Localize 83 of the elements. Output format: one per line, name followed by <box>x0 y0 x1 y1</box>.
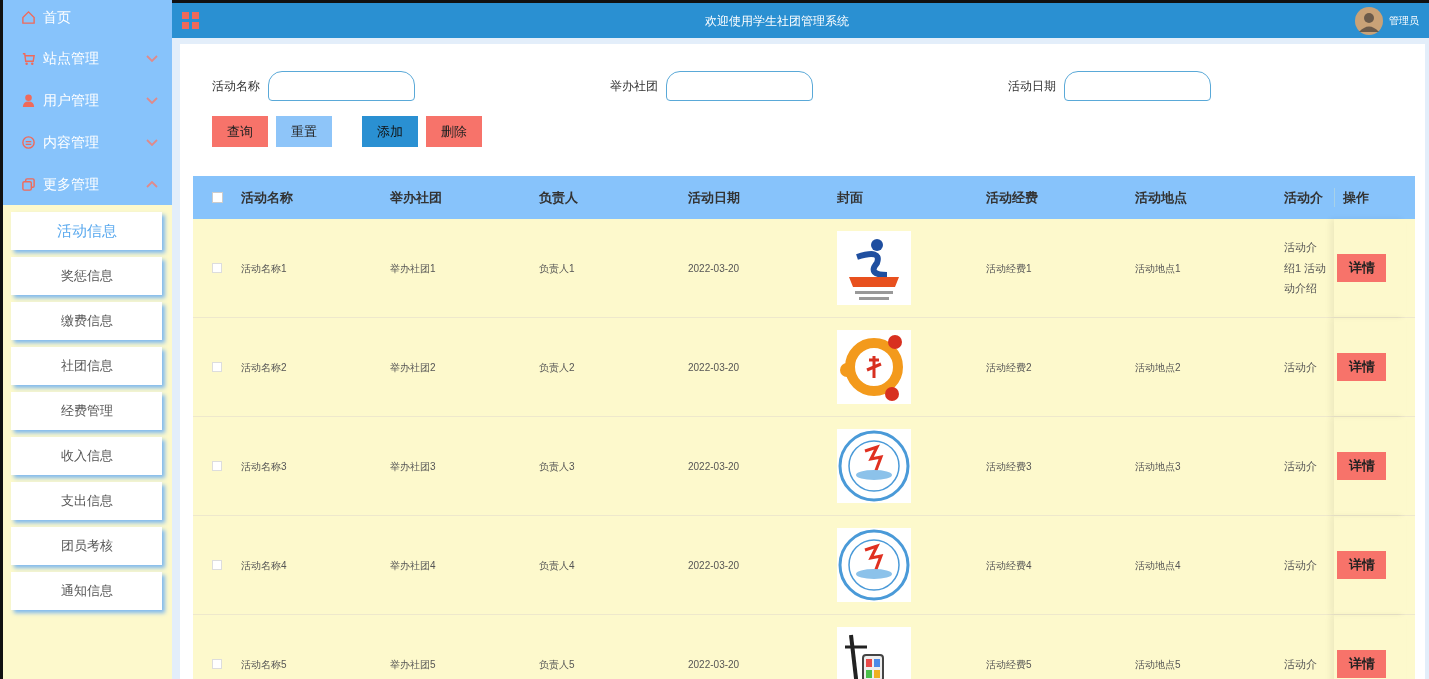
detail-button[interactable]: 详情 <box>1337 353 1386 381</box>
field-label: 活动名称 <box>212 78 260 95</box>
table-cell-text: 活动地点2 <box>1135 360 1182 375</box>
table-cell-text: 活动经费1 <box>986 261 1033 276</box>
table-cell-text: 绍1 活动 <box>1284 260 1328 276</box>
table-cell-text: 举办社团3 <box>390 459 437 474</box>
submenu-item[interactable]: 缴费信息 <box>11 302 162 340</box>
table-cell-text: 举办社团4 <box>390 558 437 573</box>
table-cell-text: 2022-03-20 <box>688 657 741 672</box>
avatar-icon[interactable] <box>1355 6 1383 35</box>
input-field[interactable] <box>268 71 415 101</box>
app-title: 欢迎使用学生社团管理系统 <box>705 12 849 30</box>
table-cell-text: 活动介 <box>1284 656 1318 672</box>
column-header: 活动地点 <box>1135 188 1188 207</box>
cart-icon <box>21 50 36 66</box>
table-cell-text: 活动地点5 <box>1135 657 1182 672</box>
table-cell-text: 活动经费5 <box>986 657 1033 672</box>
chat-icon <box>21 134 36 150</box>
table-cell-text: 活动介 <box>1284 240 1318 256</box>
user-icon <box>21 92 36 108</box>
action-button[interactable]: 查询 <box>212 116 268 147</box>
field-label: 活动日期 <box>1008 78 1056 95</box>
action-button[interactable]: 重置 <box>276 116 332 147</box>
table-cell-text: 举办社团1 <box>390 261 437 276</box>
detail-button[interactable]: 详情 <box>1337 551 1386 579</box>
table-cell-text: 举办社团2 <box>390 360 437 375</box>
column-header: 封面 <box>837 188 864 207</box>
action-button[interactable]: 添加 <box>362 116 418 147</box>
column-header: 负责人 <box>539 188 579 207</box>
column-header: 活动经费 <box>986 188 1039 207</box>
checkbox[interactable] <box>212 560 222 570</box>
input-field[interactable] <box>666 71 813 101</box>
submenu-item[interactable]: 社团信息 <box>11 347 162 385</box>
column-header: 举办社团 <box>390 188 443 207</box>
table-cell-text: 2022-03-20 <box>688 558 741 573</box>
table-cell-text: 活动介 <box>1284 557 1318 573</box>
detail-button[interactable]: 详情 <box>1337 650 1386 678</box>
table-cell-text: 活动名称2 <box>241 360 288 375</box>
user-name[interactable]: 管理员 <box>1389 13 1419 28</box>
table-cell-text: 动介绍 <box>1284 281 1318 297</box>
checkbox[interactable] <box>211 192 223 203</box>
table-cell-text: 活动名称3 <box>241 459 288 474</box>
submenu-item[interactable]: 通知信息 <box>11 572 162 610</box>
detail-button[interactable]: 详情 <box>1337 254 1386 282</box>
submenu-item[interactable]: 支出信息 <box>11 482 162 520</box>
submenu-item[interactable]: 团员考核 <box>11 527 162 565</box>
checkbox[interactable] <box>212 263 222 273</box>
table-cell-text: 活动名称1 <box>241 261 288 276</box>
table-cell-text: 活动名称5 <box>241 657 288 672</box>
table-cell-text: 2022-03-20 <box>688 459 741 474</box>
table-cell-text: 2022-03-20 <box>688 360 741 375</box>
table-cell-text: 活动介 <box>1284 458 1318 474</box>
grid-icon[interactable] <box>182 12 199 29</box>
column-header: 活动名称 <box>241 188 294 207</box>
submenu-item[interactable]: 经费管理 <box>11 392 162 430</box>
table-cell-text: 活动名称4 <box>241 558 288 573</box>
table-cell-text: 举办社团5 <box>390 657 437 672</box>
submenu-item[interactable]: 奖惩信息 <box>11 257 162 295</box>
checkbox[interactable] <box>212 362 222 372</box>
column-header: 活动日期 <box>688 188 741 207</box>
table-cell-text: 活动地点3 <box>1135 459 1182 474</box>
table-cell-text: 活动经费4 <box>986 558 1033 573</box>
home-icon <box>21 9 36 25</box>
table-cell-text: 活动经费3 <box>986 459 1033 474</box>
table-cell-text: 活动介 <box>1284 359 1318 375</box>
input-field[interactable] <box>1064 71 1211 101</box>
table-cell-text: 负责人5 <box>539 657 576 672</box>
table-cell-text: 活动地点4 <box>1135 558 1182 573</box>
field-label: 举办社团 <box>610 78 658 95</box>
table-cell-text: 负责人2 <box>539 360 576 375</box>
action-button[interactable]: 删除 <box>426 116 482 147</box>
detail-button[interactable]: 详情 <box>1337 452 1386 480</box>
copy-icon <box>21 176 36 192</box>
submenu-item[interactable]: 收入信息 <box>11 437 162 475</box>
table-cell-text: 负责人3 <box>539 459 576 474</box>
table-cell-text: 活动地点1 <box>1135 261 1182 276</box>
checkbox[interactable] <box>212 461 222 471</box>
table-cell-text: 负责人1 <box>539 261 576 276</box>
column-header: 活动介 <box>1284 188 1324 207</box>
table-cell-text: 负责人4 <box>539 558 576 573</box>
table-cell-text: 2022-03-20 <box>688 261 741 276</box>
table-cell-text: 活动经费2 <box>986 360 1033 375</box>
checkbox[interactable] <box>212 659 222 669</box>
